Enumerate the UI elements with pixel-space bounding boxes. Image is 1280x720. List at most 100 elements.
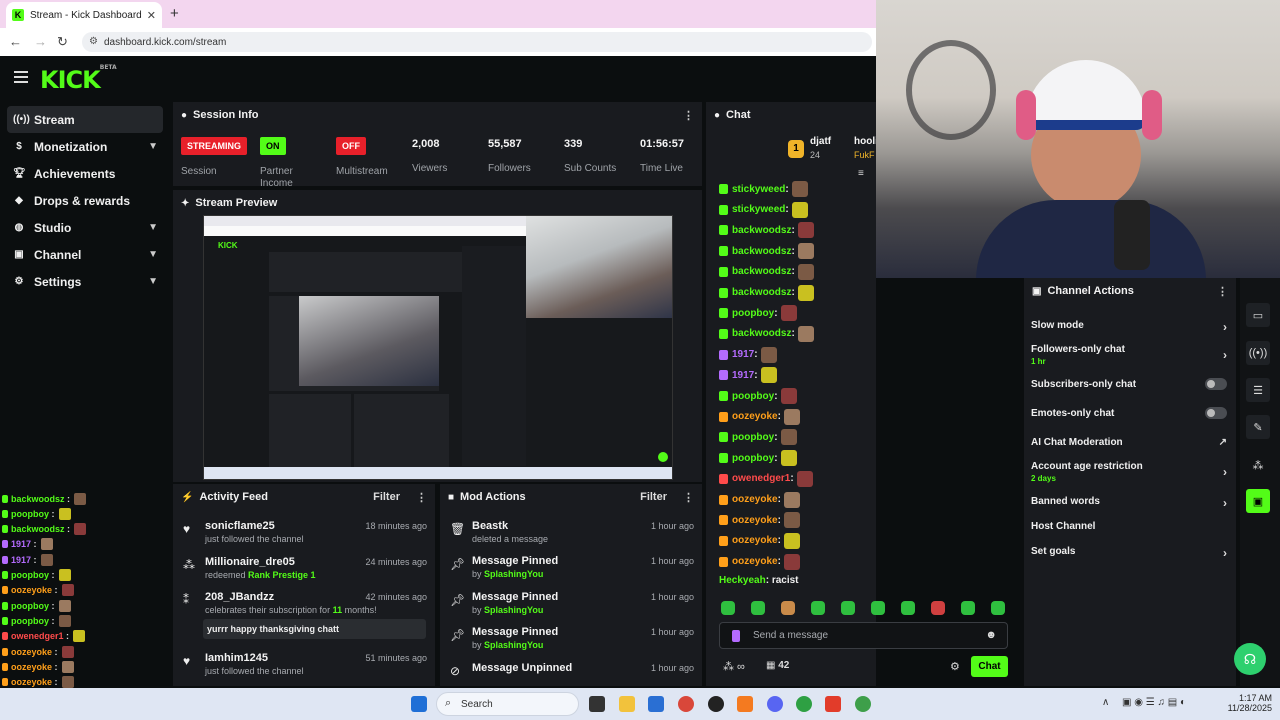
emote-picker-item[interactable] bbox=[721, 601, 735, 615]
chat-username[interactable]: 1917 bbox=[732, 349, 754, 360]
set-goals-row[interactable]: Set goals › bbox=[1031, 546, 1227, 560]
emote-picker-item[interactable] bbox=[751, 601, 765, 615]
top-user-name[interactable]: djatf bbox=[810, 136, 831, 147]
sidebar-item-achievements[interactable]: 🏆︎ Achievements bbox=[0, 160, 170, 187]
new-tab-icon[interactable]: + bbox=[170, 5, 179, 22]
emote-picker-item[interactable] bbox=[781, 601, 795, 615]
windows-start-icon[interactable] bbox=[411, 696, 427, 712]
chat-username[interactable]: 1917 bbox=[732, 370, 754, 381]
more-icon[interactable]: ⋮ bbox=[416, 491, 427, 504]
chat-username[interactable]: backwoodsz bbox=[732, 246, 791, 257]
chrome-alt-icon[interactable] bbox=[796, 696, 812, 712]
chat-settings-icon[interactable]: ≡ bbox=[858, 168, 864, 179]
filter-button[interactable]: Filter bbox=[373, 491, 400, 503]
heart-icon: ♥ bbox=[183, 522, 191, 536]
chat-username[interactable]: stickyweed bbox=[732, 204, 785, 215]
infinity-icon[interactable]: ⁂ ∞ bbox=[723, 660, 745, 673]
sidebar-item-settings[interactable]: ⚙ Settings ▼ bbox=[0, 268, 170, 295]
more-icon[interactable]: ⋮ bbox=[1217, 285, 1228, 298]
sidebar-item-studio[interactable]: ◍ Studio ▼ bbox=[0, 214, 170, 241]
green-action-icon[interactable]: ▣ bbox=[1246, 489, 1270, 513]
ai-moderation-row[interactable]: AI Chat Moderation ↗ bbox=[1031, 437, 1227, 448]
kick-logo[interactable]: KICKBETA bbox=[40, 64, 117, 94]
chat-username[interactable]: oozeyoke bbox=[732, 411, 778, 422]
emoji-icon[interactable]: ☻ bbox=[985, 629, 997, 641]
chat-username[interactable]: oozeyoke bbox=[732, 515, 778, 526]
filter-button[interactable]: Filter bbox=[640, 491, 667, 503]
stream-preview-video[interactable]: KICK bbox=[203, 215, 673, 480]
chat-bubble-icon[interactable]: ▭ bbox=[1246, 303, 1270, 327]
emote-picker-item[interactable] bbox=[961, 601, 975, 615]
chat-input[interactable]: Send a message ☻ bbox=[719, 622, 1008, 649]
discord-icon[interactable] bbox=[767, 696, 783, 712]
app-icon[interactable] bbox=[737, 696, 753, 712]
wrench-icon[interactable]: ✎ bbox=[1246, 415, 1270, 439]
slow-mode-row[interactable]: Slow mode › bbox=[1031, 320, 1227, 334]
forward-icon[interactable]: → bbox=[34, 34, 47, 49]
emotes-only-toggle[interactable] bbox=[1205, 407, 1227, 419]
account-age-row[interactable]: Account age restriction 2 days › bbox=[1031, 461, 1227, 483]
emote-picker-item[interactable] bbox=[811, 601, 825, 615]
user-badge-icon bbox=[719, 391, 728, 401]
sidebar-item-stream[interactable]: ((•)) Stream bbox=[7, 106, 163, 133]
chat-username[interactable]: oozeyoke bbox=[732, 535, 778, 546]
chat-username[interactable]: backwoodsz bbox=[732, 225, 791, 236]
more-icon[interactable]: ⋮ bbox=[683, 491, 694, 504]
reload-icon[interactable]: ↻ bbox=[57, 34, 68, 50]
site-info-icon[interactable]: ⚙ bbox=[89, 36, 98, 47]
emote-picker-item[interactable] bbox=[931, 601, 945, 615]
user-badge-icon bbox=[2, 616, 8, 625]
url-field[interactable]: ⚙ dashboard.kick.com/stream bbox=[82, 32, 872, 52]
file-explorer-icon[interactable] bbox=[619, 696, 635, 712]
obs-icon[interactable] bbox=[708, 696, 724, 712]
tab-close-icon[interactable]: ✕ bbox=[147, 9, 156, 22]
chat-username[interactable]: stickyweed bbox=[732, 184, 785, 195]
chat-username[interactable]: poopboy bbox=[732, 432, 774, 443]
chat-username[interactable]: oozeyoke bbox=[732, 494, 778, 505]
sidebar-item-monetization[interactable]: $ Monetization ▼ bbox=[0, 133, 170, 160]
chat-username[interactable]: poopboy bbox=[732, 391, 774, 402]
clock[interactable]: 1:17 AM 11/28/2025 bbox=[1226, 693, 1272, 713]
chat-username[interactable]: owenedger1 bbox=[732, 473, 790, 484]
taskbar-search[interactable]: ⌕ Search bbox=[436, 692, 579, 716]
tray-icons[interactable]: ▣ ◉ ☰ ♫ ▤ ◐ bbox=[1122, 697, 1186, 708]
emote-image bbox=[780, 305, 797, 322]
chat-username[interactable]: oozeyoke bbox=[732, 556, 778, 567]
top-user-name[interactable]: hooli bbox=[854, 136, 878, 147]
top-user-name[interactable]: FukF bbox=[854, 150, 875, 160]
support-icon[interactable]: ☊ bbox=[1234, 643, 1266, 675]
chat-username[interactable]: backwoodsz bbox=[732, 287, 791, 298]
subscribers-only-toggle[interactable] bbox=[1205, 378, 1227, 390]
chat-gear-icon[interactable]: ⚙ bbox=[950, 660, 960, 673]
emote-picker-item[interactable] bbox=[841, 601, 855, 615]
emote-picker-item[interactable] bbox=[991, 601, 1005, 615]
more-icon[interactable]: ⋮ bbox=[683, 109, 694, 122]
chat-username[interactable]: poopboy bbox=[732, 308, 774, 319]
user-badge-icon bbox=[2, 586, 8, 595]
task-view-icon[interactable] bbox=[589, 696, 605, 712]
banned-words-row[interactable]: Banned words › bbox=[1031, 496, 1227, 510]
chat-username[interactable]: poopboy bbox=[732, 453, 774, 464]
host-channel-row[interactable]: Host Channel bbox=[1031, 521, 1227, 532]
emote-image bbox=[760, 346, 777, 363]
send-chat-button[interactable]: Chat bbox=[971, 656, 1008, 677]
apps-icon[interactable]: ⁂ bbox=[1246, 453, 1270, 477]
overlay-username: backwoodsz bbox=[11, 524, 65, 535]
emote-picker-item[interactable] bbox=[871, 601, 885, 615]
layout-icon[interactable]: ☰ bbox=[1246, 378, 1270, 402]
tray-chevron-icon[interactable]: ∧ bbox=[1102, 697, 1109, 708]
back-icon[interactable]: ← bbox=[9, 34, 22, 49]
sidebar-item-drops[interactable]: ◆ Drops & rewards bbox=[0, 187, 170, 214]
followers-only-row[interactable]: Followers-only chat 1 hr › bbox=[1031, 344, 1227, 366]
emote-picker-item[interactable] bbox=[901, 601, 915, 615]
app-icon[interactable] bbox=[825, 696, 841, 712]
broadcast-icon[interactable]: ((•)) bbox=[1246, 341, 1270, 365]
chat-username[interactable]: backwoodsz bbox=[732, 328, 791, 339]
menu-icon[interactable] bbox=[14, 71, 28, 83]
chat-username[interactable]: backwoodsz bbox=[732, 266, 791, 277]
chrome-alt-icon[interactable] bbox=[855, 696, 871, 712]
chrome-icon[interactable] bbox=[678, 696, 694, 712]
sidebar-item-channel[interactable]: ▣ Channel ▼ bbox=[0, 241, 170, 268]
store-icon[interactable] bbox=[648, 696, 664, 712]
browser-tab[interactable]: K Stream - Kick Dashboard ✕ bbox=[6, 2, 162, 28]
